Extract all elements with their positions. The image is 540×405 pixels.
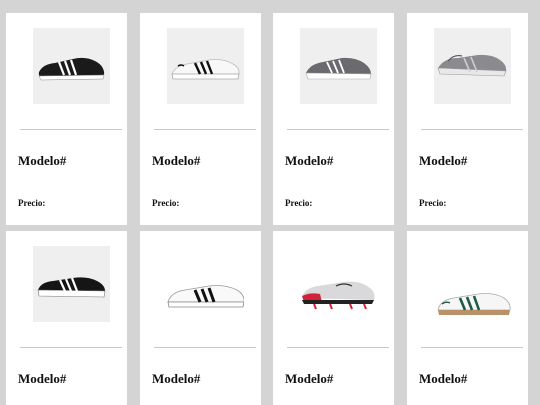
product-card[interactable]: Modelo# Precio: — [407, 13, 528, 225]
model-label: Modelo# — [419, 153, 468, 168]
sneaker-icon — [437, 54, 507, 77]
model-label: Modelo# — [18, 153, 67, 168]
boot-icon — [302, 281, 375, 310]
model-label: Modelo# — [285, 153, 334, 168]
product-grid: Modelo# Precio: Modelo# Precio: Modelo# … — [0, 0, 540, 405]
divider — [287, 129, 389, 130]
sneaker-icon — [171, 59, 240, 80]
product-image[interactable] — [434, 28, 511, 104]
product-image[interactable] — [167, 28, 244, 104]
product-card[interactable]: Modelo# — [273, 231, 394, 405]
sneaker-icon — [437, 293, 511, 315]
model-label: Modelo# — [18, 371, 67, 386]
model-label: Modelo# — [419, 371, 468, 386]
product-card[interactable]: Modelo# Precio: — [140, 13, 261, 225]
product-card[interactable]: Modelo# Precio: — [273, 13, 394, 225]
divider — [154, 129, 256, 130]
product-card[interactable]: Modelo# — [6, 231, 127, 405]
divider — [20, 347, 122, 348]
product-card[interactable]: Modelo# — [407, 231, 528, 405]
product-image[interactable] — [300, 246, 377, 322]
sneaker-icon — [38, 57, 105, 81]
product-image[interactable] — [33, 246, 110, 322]
product-card[interactable]: Modelo# — [140, 231, 261, 405]
model-label: Modelo# — [152, 371, 201, 386]
price-label: Precio: — [152, 198, 180, 208]
price-label: Precio: — [18, 198, 46, 208]
divider — [154, 347, 256, 348]
product-image[interactable] — [33, 28, 110, 104]
sneaker-icon — [167, 285, 244, 308]
price-label: Precio: — [285, 198, 313, 208]
sneaker-icon — [37, 277, 106, 298]
price-label: Precio: — [419, 198, 447, 208]
product-image[interactable] — [434, 246, 511, 322]
divider — [20, 129, 122, 130]
sneaker-icon — [305, 57, 372, 80]
model-label: Modelo# — [152, 153, 201, 168]
divider — [421, 347, 523, 348]
model-label: Modelo# — [285, 371, 334, 386]
product-image[interactable] — [167, 246, 244, 322]
divider — [287, 347, 389, 348]
divider — [421, 129, 523, 130]
product-card[interactable]: Modelo# Precio: — [6, 13, 127, 225]
product-image[interactable] — [300, 28, 377, 104]
